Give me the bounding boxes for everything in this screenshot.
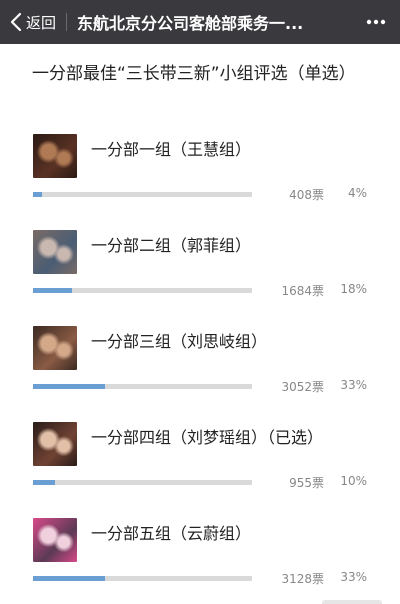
more-dots-icon — [366, 16, 386, 35]
scroll-indicator — [322, 600, 382, 604]
chevron-left-icon — [10, 12, 22, 32]
vote-bar-fill — [33, 384, 105, 389]
option-label: 一分部四组（刘梦瑶组）（已选） — [91, 428, 324, 447]
more-button[interactable] — [366, 13, 386, 31]
vote-percent: 33% — [340, 570, 367, 584]
back-button[interactable]: 返回 — [0, 0, 56, 44]
option-label: 一分部二组（郭菲组） — [91, 236, 252, 255]
poll-option[interactable]: 一分部三组（刘思岐组） 3052票 33% — [0, 326, 400, 416]
vote-bar-track — [33, 384, 252, 389]
vote-percent: 4% — [347, 186, 367, 200]
option-thumbnail — [33, 230, 77, 274]
poll-option[interactable]: 一分部一组（王慧组） 408票 4% — [0, 134, 400, 224]
poll-option[interactable]: 一分部五组（云蔚组） 3128票 33% — [0, 518, 400, 604]
poll-content: 一分部最佳“三长带三新”小组评选（单选） 一分部一组（王慧组） 408票 4% 一分部… — [0, 44, 400, 604]
vote-count: 955票 — [289, 476, 324, 490]
option-label: 一分部三组（刘思岐组） — [91, 332, 268, 351]
vote-percent: 33% — [340, 378, 367, 392]
vote-count: 408票 — [289, 188, 324, 202]
option-thumbnail — [33, 134, 77, 178]
option-thumbnail — [33, 326, 77, 370]
vote-bar-fill — [33, 480, 55, 485]
vote-bar-track — [33, 480, 252, 485]
nav-bar: 返回 东航北京分公司客舱部乘务一... — [0, 0, 400, 44]
vote-bar-track — [33, 192, 252, 197]
vote-bar-track — [33, 576, 252, 581]
poll-option[interactable]: 一分部四组（刘梦瑶组）（已选） 955票 10% — [0, 422, 400, 512]
nav-divider — [66, 13, 68, 31]
page-title: 东航北京分公司客舱部乘务一... — [77, 14, 304, 33]
vote-percent: 10% — [340, 474, 367, 488]
vote-count: 1684票 — [281, 284, 324, 298]
poll-option[interactable]: 一分部二组（郭菲组） 1684票 18% — [0, 230, 400, 320]
vote-bar-track — [33, 288, 252, 293]
option-thumbnail — [33, 422, 77, 466]
vote-count: 3052票 — [281, 380, 324, 394]
vote-bar-fill — [33, 576, 105, 581]
vote-count: 3128票 — [281, 572, 324, 586]
vote-bar-fill — [33, 192, 42, 197]
vote-bar-fill — [33, 288, 72, 293]
option-label: 一分部一组（王慧组） — [91, 140, 252, 159]
option-label: 一分部五组（云蔚组） — [91, 524, 252, 543]
option-thumbnail — [33, 518, 77, 562]
poll-question: 一分部最佳“三长带三新”小组评选（单选） — [32, 64, 356, 84]
vote-percent: 18% — [340, 282, 367, 296]
back-label: 返回 — [26, 13, 57, 32]
